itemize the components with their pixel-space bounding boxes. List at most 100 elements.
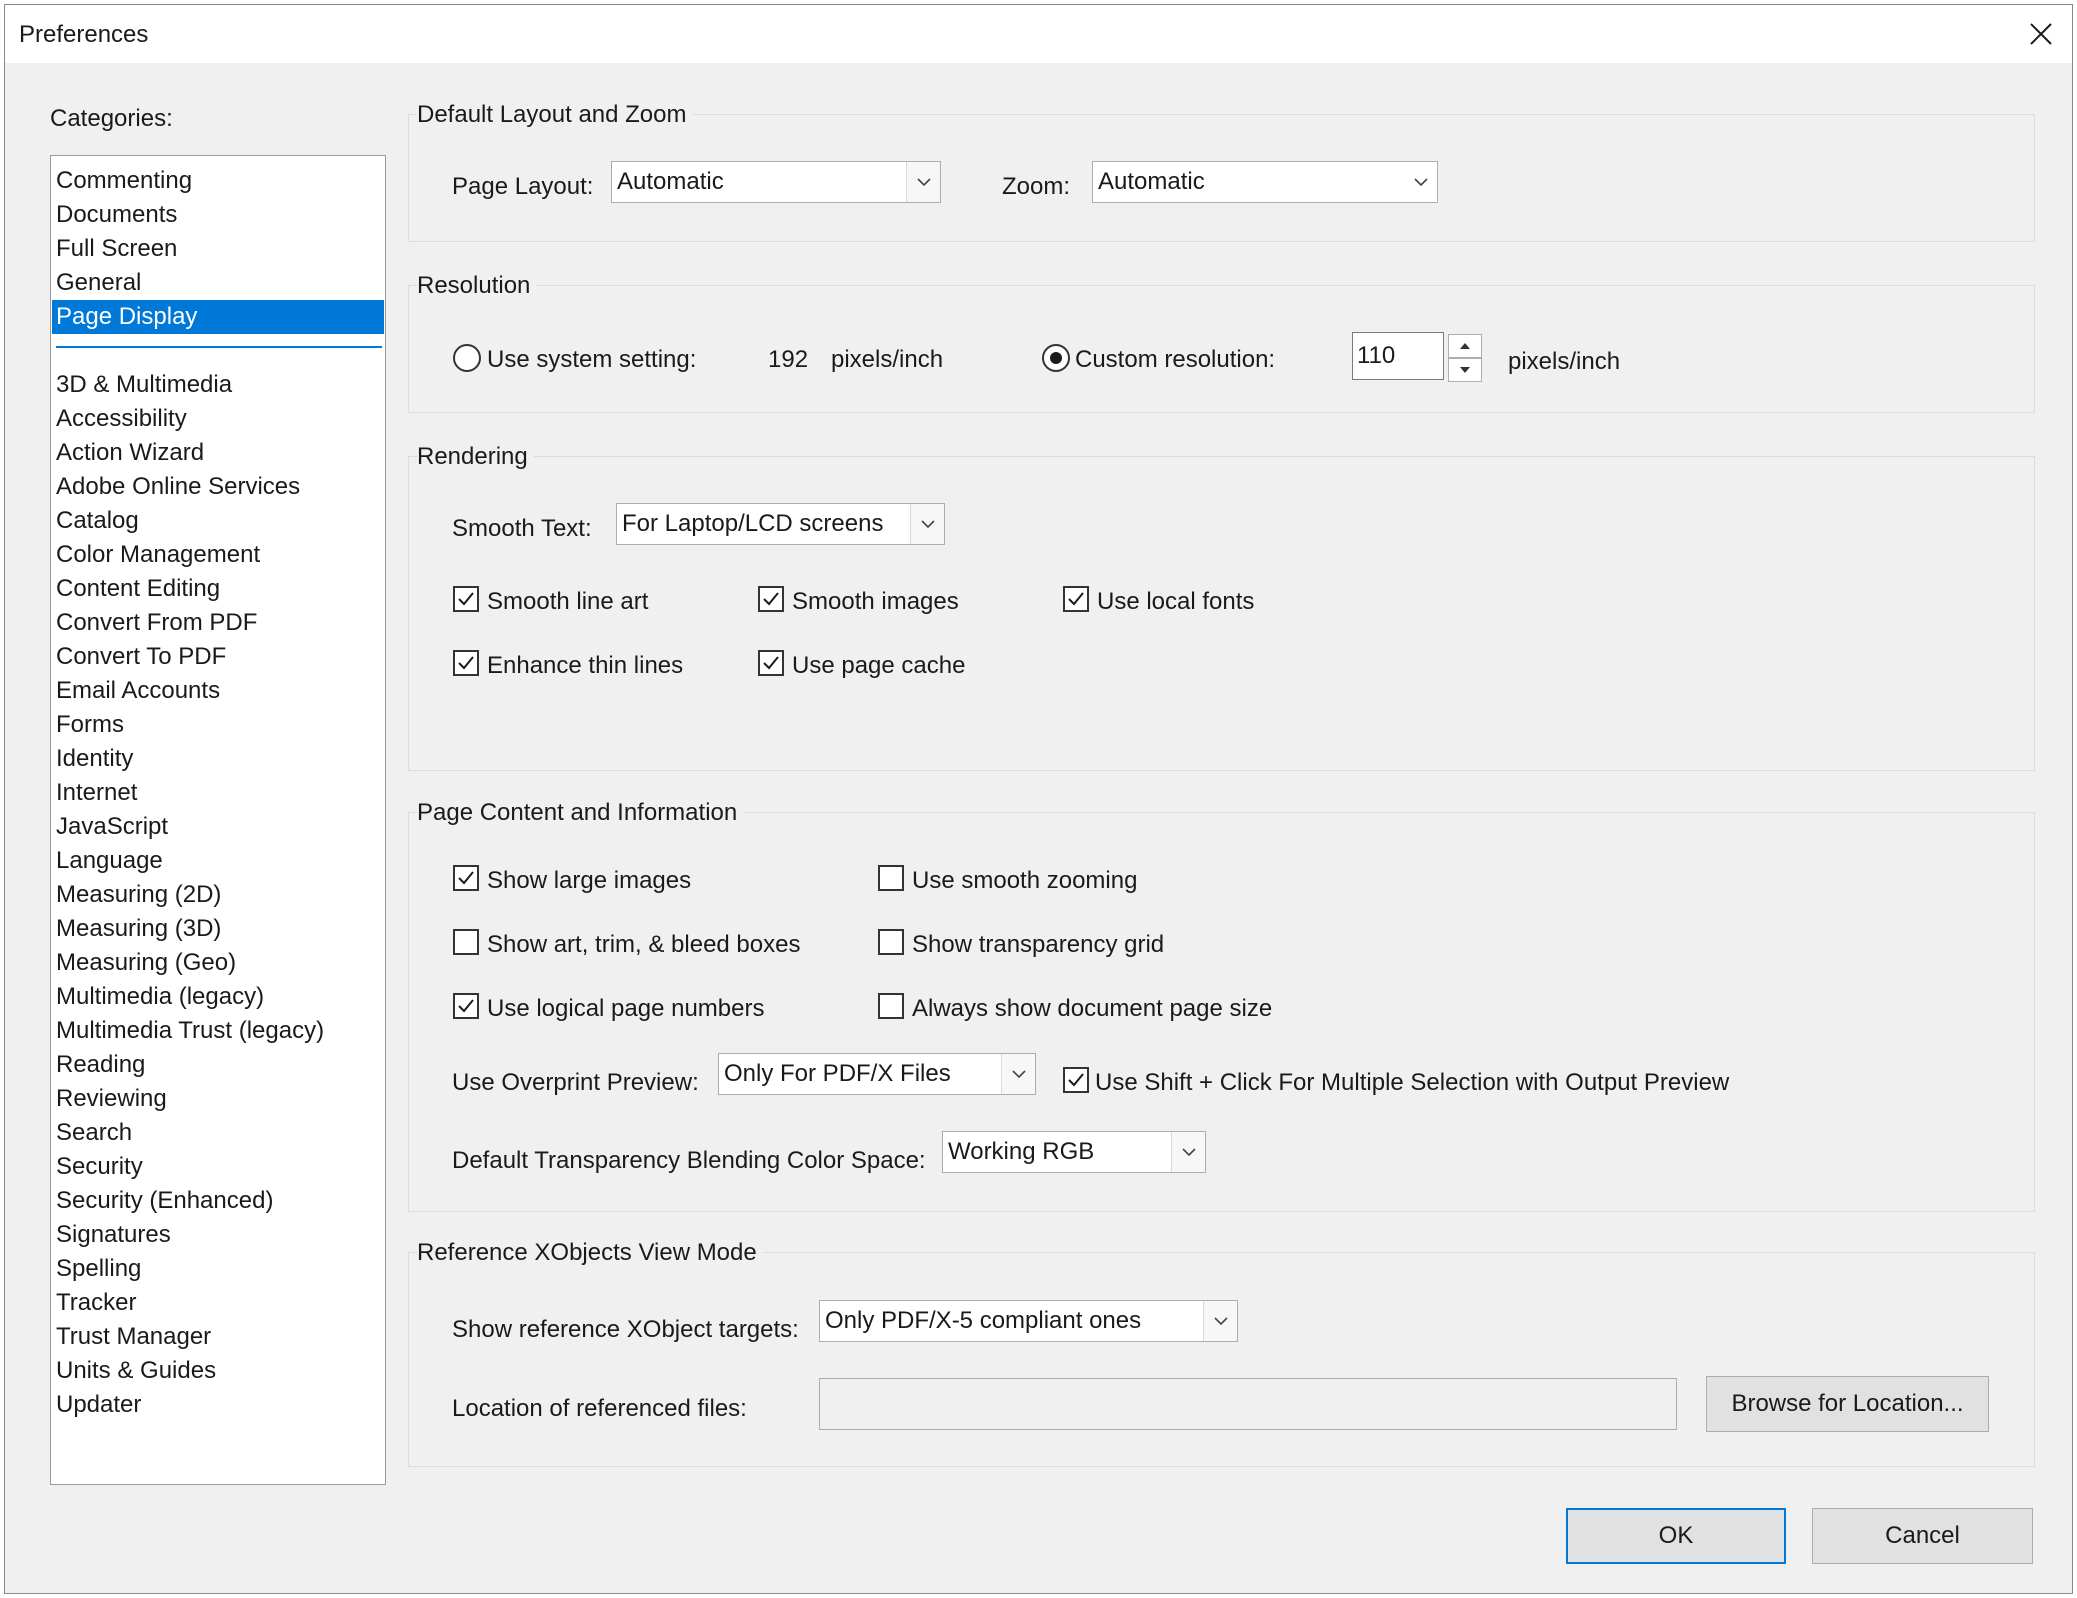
blending-space-label: Default Transparency Blending Color Spac…	[452, 1147, 926, 1174]
custom-resolution-input[interactable]: 110	[1352, 332, 1444, 380]
use-shift-click-label: Use Shift + Click For Multiple Selection…	[1095, 1069, 1730, 1096]
chevron-down-icon	[1403, 162, 1437, 202]
category-item[interactable]: Convert From PDF	[52, 606, 384, 640]
category-item[interactable]: JavaScript	[52, 810, 384, 844]
page-layout-value: Automatic	[617, 168, 724, 195]
overprint-preview-dropdown[interactable]: Only For PDF/X Files	[718, 1053, 1036, 1095]
resolution-title: Resolution	[417, 272, 537, 300]
cancel-button[interactable]: Cancel	[1812, 1508, 2033, 1564]
category-item[interactable]: Units & Guides	[52, 1354, 384, 1388]
close-icon	[2030, 23, 2052, 45]
smooth-text-dropdown[interactable]: For Laptop/LCD screens	[616, 503, 945, 545]
category-item[interactable]: Measuring (Geo)	[52, 946, 384, 980]
custom-resolution-radio[interactable]	[1042, 344, 1070, 372]
category-item[interactable]: Signatures	[52, 1218, 384, 1252]
category-item[interactable]: Internet	[52, 776, 384, 810]
checkmark-icon	[763, 592, 779, 606]
spin-up-button[interactable]	[1448, 334, 1482, 358]
chevron-down-icon	[906, 162, 940, 202]
use-page-cache-label: Use page cache	[792, 652, 966, 679]
categories-list[interactable]: Commenting Documents Full Screen General…	[50, 155, 386, 1485]
smooth-images-checkbox[interactable]	[758, 586, 784, 612]
show-art-trim-bleed-label: Show art, trim, & bleed boxes	[487, 931, 801, 958]
smooth-line-art-checkbox[interactable]	[453, 586, 479, 612]
use-local-fonts-label: Use local fonts	[1097, 588, 1255, 615]
custom-resolution-value: 110	[1357, 342, 1396, 369]
category-item[interactable]: Content Editing	[52, 572, 384, 606]
use-smooth-zooming-checkbox[interactable]	[878, 865, 904, 891]
zoom-value: Automatic	[1098, 168, 1205, 195]
smooth-text-label: Smooth Text:	[452, 515, 592, 542]
use-local-fonts-checkbox[interactable]	[1063, 586, 1089, 612]
use-logical-page-numbers-checkbox[interactable]	[453, 993, 479, 1019]
checkmark-icon	[458, 871, 474, 885]
page-layout-label: Page Layout:	[452, 173, 594, 200]
category-item[interactable]: Identity	[52, 742, 384, 776]
category-item[interactable]: 3D & Multimedia	[52, 368, 384, 402]
category-item[interactable]: Trust Manager	[52, 1320, 384, 1354]
page-layout-dropdown[interactable]: Automatic	[611, 161, 941, 203]
category-item[interactable]: Multimedia Trust (legacy)	[52, 1014, 384, 1048]
category-item[interactable]: Tracker	[52, 1286, 384, 1320]
category-item[interactable]: Security	[52, 1150, 384, 1184]
page-content-title: Page Content and Information	[417, 799, 744, 827]
chevron-down-icon	[1001, 1054, 1035, 1094]
category-item[interactable]: Accessibility	[52, 402, 384, 436]
system-setting-radio[interactable]	[453, 344, 481, 372]
checkmark-icon	[1068, 592, 1084, 606]
category-item[interactable]: Measuring (3D)	[52, 912, 384, 946]
category-item-documents[interactable]: Documents	[52, 198, 384, 232]
category-item-commenting[interactable]: Commenting	[52, 164, 384, 198]
category-item[interactable]: Reviewing	[52, 1082, 384, 1116]
show-large-images-label: Show large images	[487, 867, 692, 894]
enhance-thin-lines-label: Enhance thin lines	[487, 652, 684, 679]
category-item[interactable]: Spelling	[52, 1252, 384, 1286]
category-item[interactable]: Multimedia (legacy)	[52, 980, 384, 1014]
overprint-preview-label: Use Overprint Preview:	[452, 1069, 699, 1096]
category-item-page-display[interactable]: Page Display	[52, 300, 384, 334]
chevron-down-icon	[1203, 1301, 1237, 1341]
blending-space-value: Working RGB	[948, 1138, 1095, 1165]
location-field[interactable]	[819, 1378, 1677, 1430]
enhance-thin-lines-checkbox[interactable]	[453, 650, 479, 676]
category-separator	[56, 346, 382, 348]
spin-down-button[interactable]	[1448, 358, 1482, 382]
xobject-targets-dropdown[interactable]: Only PDF/X-5 compliant ones	[819, 1300, 1238, 1342]
zoom-dropdown[interactable]: Automatic	[1092, 161, 1438, 203]
show-art-trim-bleed-checkbox[interactable]	[453, 929, 479, 955]
category-item[interactable]: Action Wizard	[52, 436, 384, 470]
always-show-page-size-checkbox[interactable]	[878, 993, 904, 1019]
category-item[interactable]: Convert To PDF	[52, 640, 384, 674]
show-large-images-checkbox[interactable]	[453, 865, 479, 891]
category-item[interactable]: Email Accounts	[52, 674, 384, 708]
category-item[interactable]: Forms	[52, 708, 384, 742]
close-button[interactable]	[2010, 5, 2072, 63]
category-item[interactable]: Measuring (2D)	[52, 878, 384, 912]
category-item[interactable]: Adobe Online Services	[52, 470, 384, 504]
show-transparency-grid-checkbox[interactable]	[878, 929, 904, 955]
category-item[interactable]: Catalog	[52, 504, 384, 538]
use-page-cache-checkbox[interactable]	[758, 650, 784, 676]
category-item-general[interactable]: General	[52, 266, 384, 300]
category-item[interactable]: Security (Enhanced)	[52, 1184, 384, 1218]
category-item[interactable]: Language	[52, 844, 384, 878]
category-item[interactable]: Updater	[52, 1388, 384, 1422]
system-resolution-value: 192	[768, 346, 809, 373]
blending-space-dropdown[interactable]: Working RGB	[942, 1131, 1206, 1173]
category-item[interactable]: Color Management	[52, 538, 384, 572]
xobject-targets-label: Show reference XObject targets:	[452, 1316, 799, 1343]
radio-selected-dot	[1050, 352, 1062, 364]
window-title: Preferences	[19, 21, 149, 48]
checkmark-icon	[458, 592, 474, 606]
use-shift-click-checkbox[interactable]	[1063, 1067, 1089, 1093]
browse-location-button[interactable]: Browse for Location...	[1706, 1376, 1989, 1432]
ok-button[interactable]: OK	[1566, 1508, 1786, 1564]
category-item[interactable]: Search	[52, 1116, 384, 1150]
checkmark-icon	[763, 656, 779, 670]
use-logical-page-numbers-label: Use logical page numbers	[487, 995, 765, 1022]
chevron-down-icon	[910, 504, 944, 544]
category-item[interactable]: Reading	[52, 1048, 384, 1082]
category-item-full-screen[interactable]: Full Screen	[52, 232, 384, 266]
checkmark-icon	[458, 656, 474, 670]
system-setting-label: Use system setting:	[487, 346, 697, 373]
